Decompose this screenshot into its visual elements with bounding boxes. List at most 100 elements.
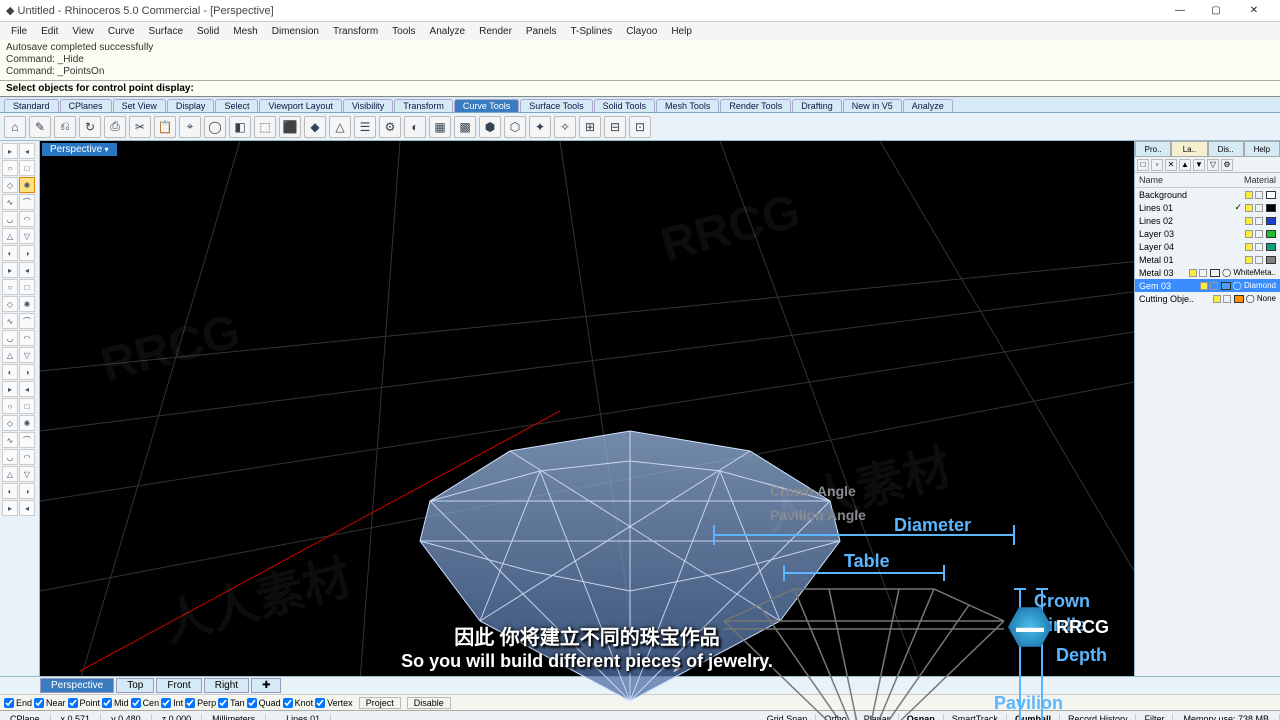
toolbar-button-19[interactable]: ⬢ [479,116,501,138]
osnap-int[interactable]: Int [161,698,183,708]
side-tool-32[interactable]: ◇ [2,415,18,431]
layer-row[interactable]: Background [1135,188,1280,201]
tool-tab-standard[interactable]: Standard [4,99,59,112]
menu-solid[interactable]: Solid [190,26,226,37]
toolbar-button-14[interactable]: ☰ [354,116,376,138]
menu-render[interactable]: Render [472,26,519,37]
layer-row[interactable]: Metal 03◯ WhiteMeta.. [1135,266,1280,279]
maximize-button[interactable]: ▢ [1198,2,1234,20]
menu-help[interactable]: Help [664,26,699,37]
layer-row[interactable]: Metal 01 [1135,253,1280,266]
new-sublayer-icon[interactable]: ▫ [1151,159,1163,171]
side-tool-17[interactable]: □ [19,279,35,295]
menu-dimension[interactable]: Dimension [265,26,326,37]
side-tool-42[interactable]: ▸ [2,500,18,516]
side-tool-22[interactable]: ◡ [2,330,18,346]
side-tool-12[interactable]: ◐ [2,245,18,261]
side-tool-30[interactable]: ○ [2,398,18,414]
toolbar-button-23[interactable]: ⊞ [579,116,601,138]
osnap-knot[interactable]: Knot [283,698,314,708]
side-tool-29[interactable]: ◂ [19,381,35,397]
tool-tab-transform[interactable]: Transform [394,99,453,112]
tool-tab-set-view[interactable]: Set View [113,99,166,112]
osnap-quad[interactable]: Quad [247,698,281,708]
side-tool-0[interactable]: ▸ [2,143,18,159]
osnap-end[interactable]: End [4,698,32,708]
panel-tab-pro[interactable]: Pro.. [1135,141,1171,157]
toolbar-button-25[interactable]: ⊡ [629,116,651,138]
osnap-vertex[interactable]: Vertex [315,698,353,708]
close-button[interactable]: ✕ [1234,2,1274,20]
side-tool-27[interactable]: ◑ [19,364,35,380]
menu-clayoo[interactable]: Clayoo [619,26,664,37]
tool-tab-viewport-layout[interactable]: Viewport Layout [259,99,341,112]
side-tool-39[interactable]: ▽ [19,466,35,482]
side-tool-18[interactable]: ◇ [2,296,18,312]
menu-panels[interactable]: Panels [519,26,564,37]
tool-tab-render-tools[interactable]: Render Tools [720,99,791,112]
tool-tab-drafting[interactable]: Drafting [792,99,842,112]
side-tool-25[interactable]: ▽ [19,347,35,363]
delete-layer-icon[interactable]: ✕ [1165,159,1177,171]
toolbar-button-3[interactable]: ↻ [79,116,101,138]
side-tool-38[interactable]: △ [2,466,18,482]
side-tool-2[interactable]: ○ [2,160,18,176]
toolbar-button-4[interactable]: ⎙ [104,116,126,138]
side-tool-41[interactable]: ◑ [19,483,35,499]
tool-tab-new-in-v5[interactable]: New in V5 [843,99,902,112]
layer-row[interactable]: Layer 03 [1135,227,1280,240]
side-tool-1[interactable]: ◂ [19,143,35,159]
new-layer-icon[interactable]: □ [1137,159,1149,171]
side-tool-43[interactable]: ◂ [19,500,35,516]
panel-tab-help[interactable]: Help [1244,141,1280,157]
side-tool-15[interactable]: ◂ [19,262,35,278]
side-tool-24[interactable]: △ [2,347,18,363]
tool-tab-surface-tools[interactable]: Surface Tools [520,99,592,112]
tool-tab-analyze[interactable]: Analyze [903,99,953,112]
viewport-tab-perspective[interactable]: Perspective [40,678,114,693]
menu-t-splines[interactable]: T-Splines [564,26,620,37]
osnap-cen[interactable]: Cen [131,698,160,708]
side-tool-8[interactable]: ◡ [2,211,18,227]
toolbar-button-6[interactable]: 📋 [154,116,176,138]
toolbar-button-16[interactable]: ◐ [404,116,426,138]
viewport[interactable]: Crown Angle Pavilion Angle Diameter Tabl… [40,141,1134,676]
side-tool-28[interactable]: ▸ [2,381,18,397]
toolbar-button-5[interactable]: ✂ [129,116,151,138]
toolbar-button-20[interactable]: ⬡ [504,116,526,138]
viewport-label[interactable]: Perspective [42,143,117,156]
side-tool-34[interactable]: ∿ [2,432,18,448]
menu-tools[interactable]: Tools [385,26,422,37]
viewport-tab-right[interactable]: Right [204,678,249,693]
tool-tab-cplanes[interactable]: CPlanes [60,99,112,112]
toolbar-button-12[interactable]: ◆ [304,116,326,138]
layer-row[interactable]: Lines 02 [1135,214,1280,227]
filter-icon[interactable]: ▽ [1207,159,1219,171]
tool-tab-display[interactable]: Display [167,99,215,112]
side-tool-23[interactable]: ◠ [19,330,35,346]
side-tool-3[interactable]: □ [19,160,35,176]
side-tool-35[interactable]: ⌒ [19,432,35,448]
command-prompt[interactable]: Select objects for control point display… [0,81,1280,97]
tool-tab-solid-tools[interactable]: Solid Tools [594,99,655,112]
side-tool-13[interactable]: ◑ [19,245,35,261]
menu-mesh[interactable]: Mesh [226,26,264,37]
move-up-icon[interactable]: ▲ [1179,159,1191,171]
side-tool-10[interactable]: △ [2,228,18,244]
osnap-tan[interactable]: Tan [218,698,245,708]
side-tool-11[interactable]: ▽ [19,228,35,244]
side-tool-7[interactable]: ⌒ [19,194,35,210]
add-viewport-button[interactable]: ✚ [251,678,281,693]
side-tool-9[interactable]: ◠ [19,211,35,227]
side-tool-33[interactable]: ✺ [19,415,35,431]
viewport-tab-top[interactable]: Top [116,678,154,693]
toolbar-button-17[interactable]: ▦ [429,116,451,138]
tool-tab-select[interactable]: Select [215,99,258,112]
side-tool-19[interactable]: ✺ [19,296,35,312]
toolbar-button-18[interactable]: ▩ [454,116,476,138]
menu-view[interactable]: View [65,26,101,37]
tool-tab-curve-tools[interactable]: Curve Tools [454,99,519,112]
osnap-mid[interactable]: Mid [102,698,129,708]
toolbar-button-0[interactable]: ⌂ [4,116,26,138]
layer-row[interactable]: Gem 03◯ Diamond [1135,279,1280,292]
